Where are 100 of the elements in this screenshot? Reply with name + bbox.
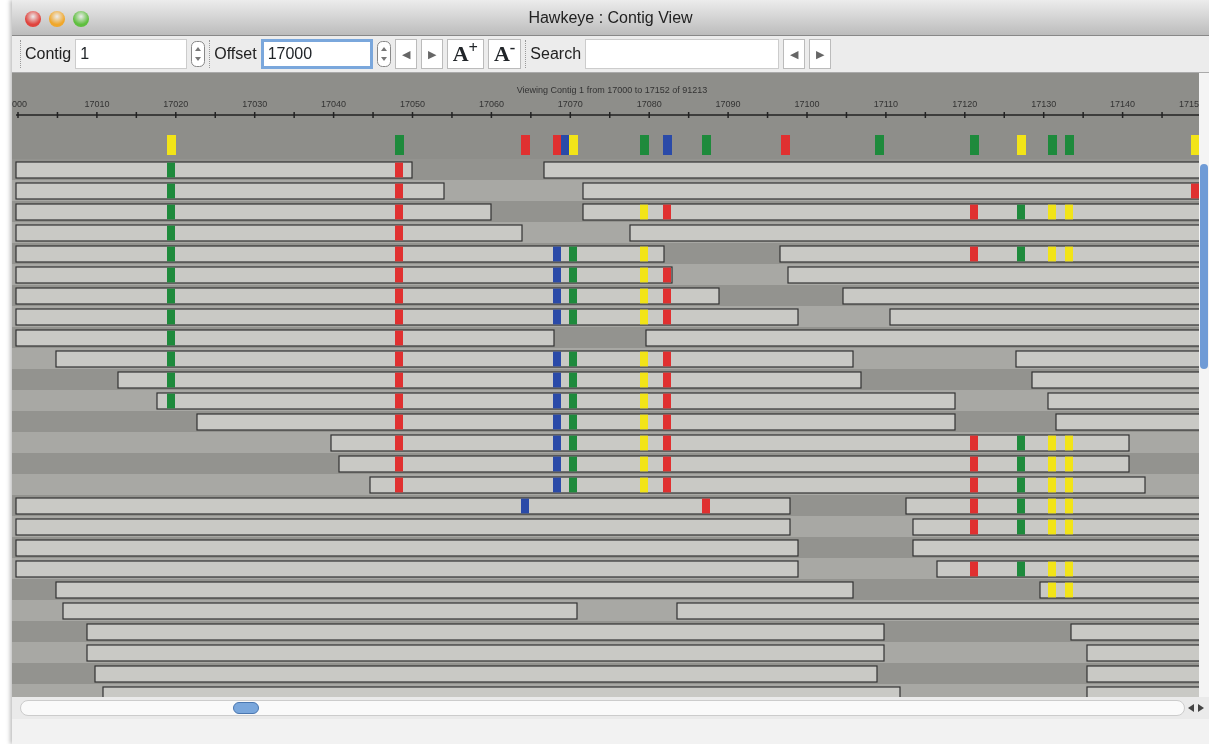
vertical-scrollbar[interactable]	[1199, 73, 1209, 697]
field-label: Offset	[214, 44, 257, 64]
base-mismatch-marker	[569, 288, 577, 304]
base-mismatch-marker	[1048, 582, 1056, 598]
base-mismatch-marker	[663, 309, 671, 325]
ruler-label: 17050	[400, 99, 425, 109]
ruler-label: 17090	[715, 99, 741, 109]
scroll-thumb[interactable]	[1200, 164, 1208, 369]
base-mismatch-marker	[167, 225, 175, 241]
base-mismatch-marker	[167, 183, 175, 199]
base-mismatch-marker	[395, 414, 403, 430]
base-mismatch-marker	[663, 351, 671, 367]
base-mismatch-marker	[1017, 561, 1025, 577]
base-mismatch-marker	[1017, 498, 1025, 514]
base-mismatch-marker	[663, 435, 671, 451]
scroll-thumb[interactable]	[233, 702, 259, 714]
base-mismatch-marker	[1017, 435, 1025, 451]
base-mismatch-marker	[553, 372, 561, 388]
base-mismatch-marker	[640, 372, 648, 388]
base-mismatch-marker	[553, 267, 561, 283]
base-mismatch-marker	[640, 477, 648, 493]
number-field[interactable]: 17000	[260, 39, 373, 69]
base-mismatch-marker	[1048, 204, 1056, 220]
base-mismatch-marker	[663, 204, 671, 220]
horizontal-scrollbar[interactable]	[20, 700, 1185, 716]
variant-marker	[1048, 135, 1057, 155]
base-mismatch-marker	[569, 435, 577, 451]
variant-marker	[781, 135, 790, 155]
base-mismatch-marker	[1017, 204, 1025, 220]
nav-button[interactable]: ◀	[394, 39, 417, 69]
base-mismatch-marker	[663, 372, 671, 388]
scroll-left-icon[interactable]	[1187, 704, 1195, 712]
base-mismatch-marker	[553, 477, 561, 493]
base-mismatch-marker	[640, 414, 648, 430]
base-mismatch-marker	[553, 246, 561, 262]
base-mismatch-marker	[167, 330, 175, 346]
base-mismatch-marker	[640, 309, 648, 325]
scroll-right-icon[interactable]	[1197, 704, 1205, 712]
ruler-label: 17120	[952, 99, 978, 109]
search-field[interactable]	[585, 39, 780, 69]
base-mismatch-marker	[970, 477, 978, 493]
base-mismatch-marker	[395, 162, 403, 178]
field-label: Search	[530, 44, 582, 64]
base-mismatch-marker	[1065, 246, 1073, 262]
base-mismatch-marker	[702, 498, 710, 514]
field-label: Contig	[25, 44, 72, 64]
base-mismatch-marker	[553, 414, 561, 430]
base-mismatch-marker	[1048, 519, 1056, 535]
font-size-button[interactable]: A$^{+}$	[446, 39, 484, 69]
ruler-label: 1715	[1178, 99, 1199, 109]
variant-marker	[640, 135, 649, 155]
ruler-label: 17020	[163, 99, 189, 109]
ruler-label: 17140	[1110, 99, 1136, 109]
ruler-label: 17130	[1031, 99, 1057, 109]
variant-marker	[167, 135, 176, 155]
base-mismatch-marker	[553, 435, 561, 451]
base-mismatch-marker	[970, 498, 978, 514]
base-mismatch-marker	[1048, 435, 1056, 451]
base-mismatch-marker	[167, 351, 175, 367]
font-size-button[interactable]: A$^{-}$	[487, 39, 522, 69]
base-mismatch-marker	[395, 288, 403, 304]
view-caption: Viewing Contig 1 from 17000 to 17152 of 91213	[516, 85, 708, 95]
base-mismatch-marker	[1065, 519, 1073, 535]
nav-button[interactable]: ▶	[420, 39, 443, 69]
base-mismatch-marker	[395, 183, 403, 199]
base-mismatch-marker	[167, 372, 175, 388]
close-button[interactable]	[25, 11, 41, 27]
base-mismatch-marker	[1065, 561, 1073, 577]
base-mismatch-marker	[640, 204, 648, 220]
base-mismatch-marker	[663, 456, 671, 472]
number-field[interactable]: 1	[75, 39, 188, 69]
ruler-label: 000	[12, 99, 28, 109]
minimize-button[interactable]	[49, 11, 65, 27]
ruler-label: 17010	[84, 99, 110, 109]
base-mismatch-marker	[640, 267, 648, 283]
base-mismatch-marker	[395, 309, 403, 325]
nav-button[interactable]: ◀	[783, 39, 806, 69]
base-mismatch-marker	[395, 246, 403, 262]
base-mismatch-marker	[569, 309, 577, 325]
zoom-button[interactable]	[73, 11, 89, 27]
base-mismatch-marker	[395, 435, 403, 451]
base-mismatch-marker	[970, 561, 978, 577]
window-title: Hawkeye : Contig View	[528, 8, 693, 28]
base-mismatch-marker	[395, 330, 403, 346]
base-mismatch-marker	[395, 372, 403, 388]
base-mismatch-marker	[167, 288, 175, 304]
variant-marker	[875, 135, 884, 155]
base-mismatch-marker	[395, 456, 403, 472]
base-mismatch-marker	[1065, 435, 1073, 451]
stepper-icon[interactable]	[191, 41, 206, 67]
stepper-icon[interactable]	[376, 41, 391, 67]
base-mismatch-marker	[1065, 456, 1073, 472]
base-mismatch-marker	[553, 393, 561, 409]
nav-button[interactable]: ▶	[809, 39, 832, 69]
variant-marker	[1065, 135, 1074, 155]
base-mismatch-marker	[167, 246, 175, 262]
base-mismatch-marker	[167, 309, 175, 325]
base-mismatch-marker	[663, 477, 671, 493]
base-mismatch-marker	[167, 204, 175, 220]
base-mismatch-marker	[663, 414, 671, 430]
